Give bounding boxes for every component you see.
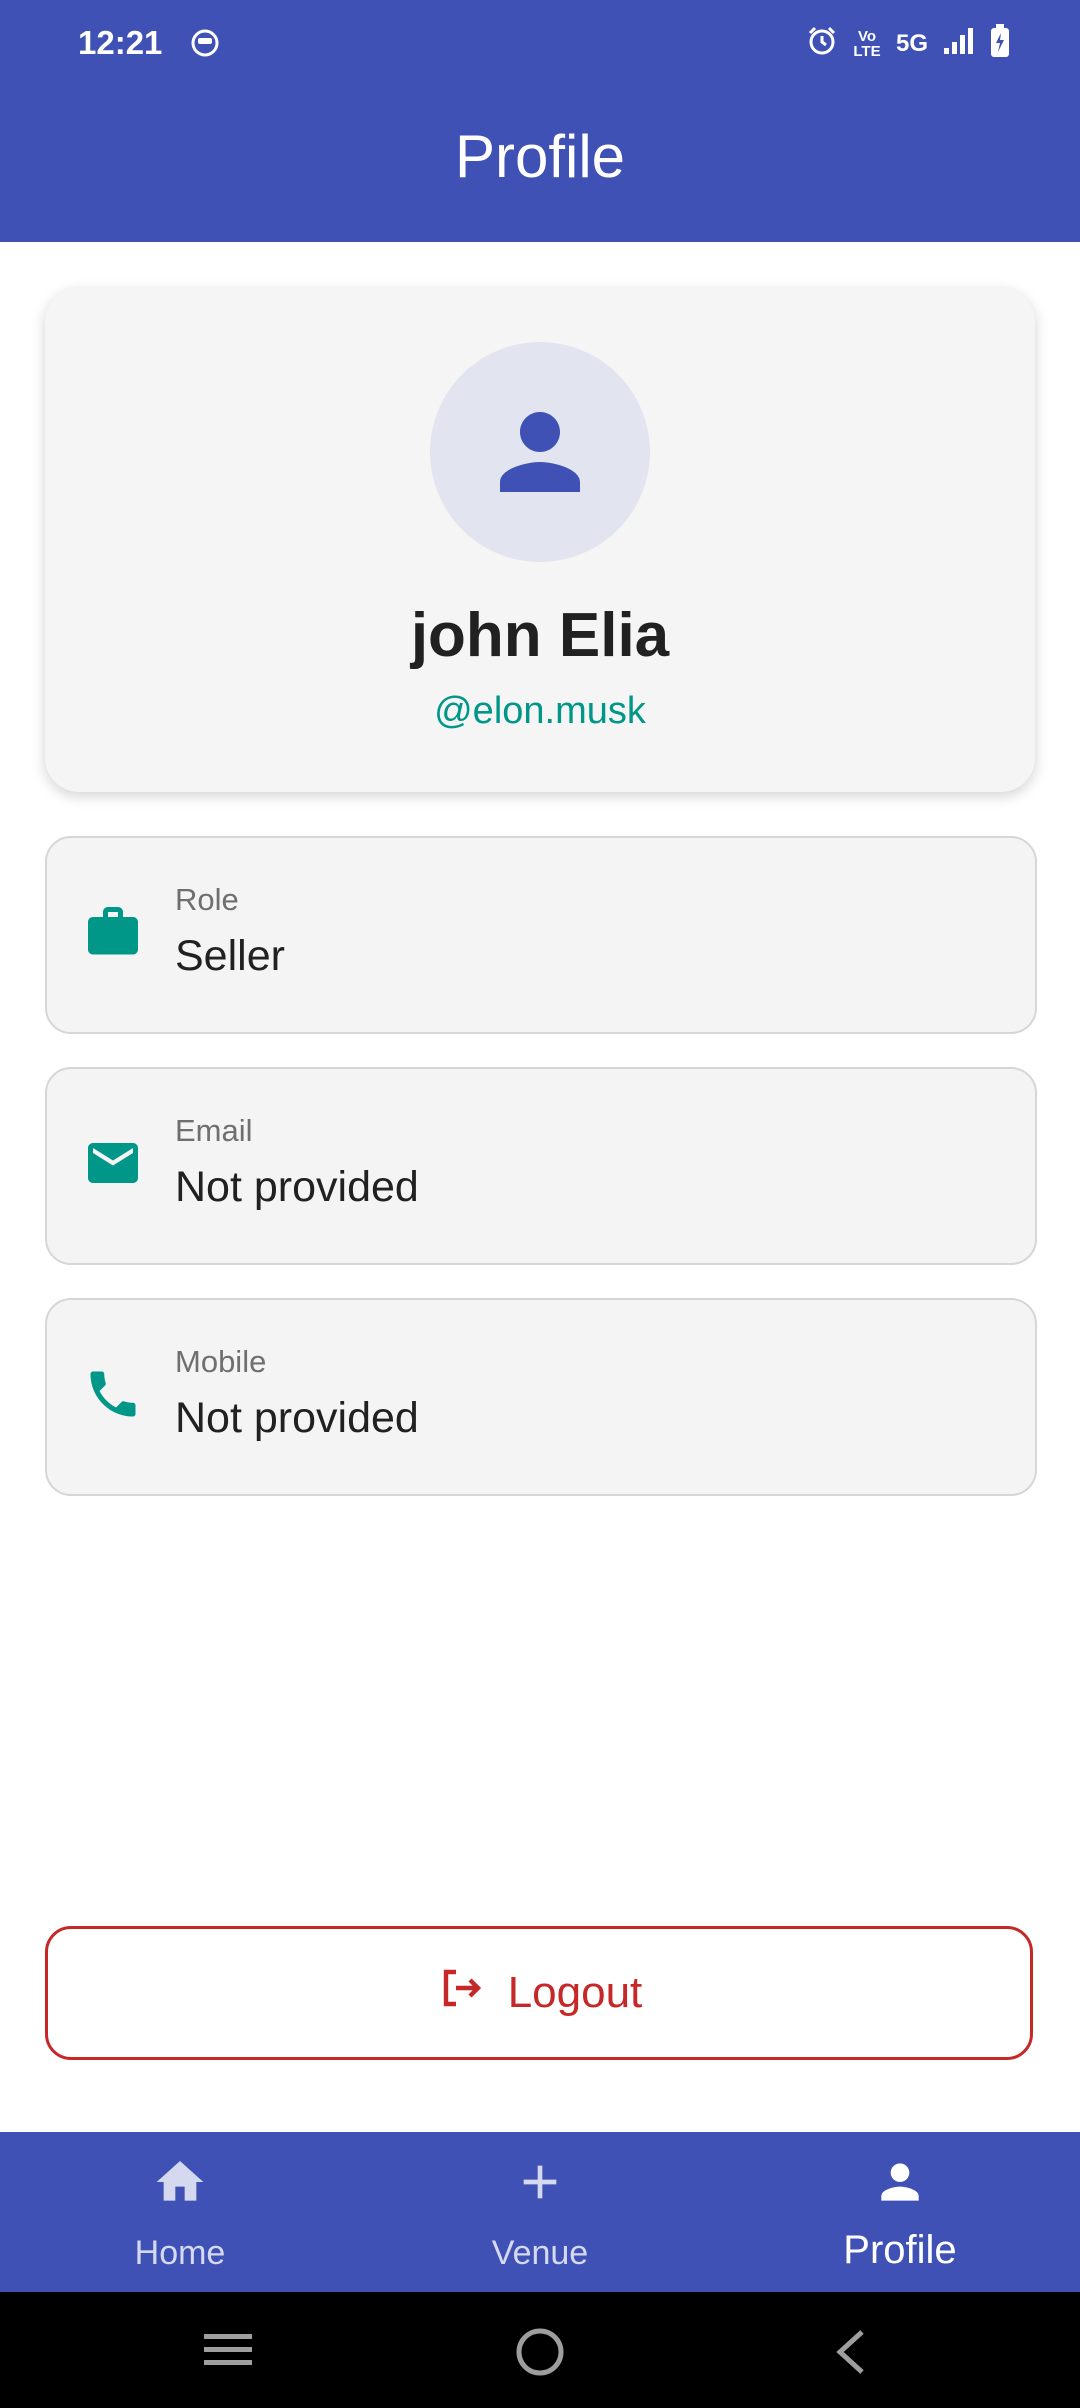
network-type: 5G [895, 29, 928, 57]
user-name: john Elia [410, 601, 670, 670]
role-value: Seller [175, 932, 285, 980]
status-icons: Vo LTE 5G [806, 24, 1010, 63]
recent-apps-icon[interactable] [202, 2326, 254, 2379]
nav-label-home: Home [134, 2234, 226, 2272]
profile-card: john Elia @elon.musk [45, 288, 1035, 792]
page-title: Profile [454, 123, 626, 190]
logout-icon [436, 1964, 484, 2023]
logout-label: Logout [507, 1968, 643, 2017]
role-label: Role [175, 882, 239, 917]
bottom-nav: Home Venue Profile [0, 2132, 1080, 2292]
role-card: Role Seller [45, 836, 1037, 1034]
volte-indicator: Vo LTE [853, 27, 881, 60]
mobile-value: Not provided [175, 1394, 419, 1442]
signal-icon [942, 26, 976, 61]
status-bar: 12:21 Vo LTE 5G [0, 0, 1080, 90]
mobile-card: Mobile Not provided [45, 1298, 1037, 1496]
nav-item-profile[interactable]: Profile [720, 2132, 1080, 2292]
email-icon [83, 1133, 143, 1198]
status-time: 12:21 [78, 24, 163, 61]
alarm-icon [806, 25, 838, 62]
nav-label-profile: Profile [843, 2228, 957, 2272]
nav-item-home[interactable]: Home [0, 2132, 360, 2292]
system-nav-bar [0, 2292, 1080, 2408]
briefcase-icon [83, 902, 143, 967]
mobile-label: Mobile [175, 1344, 267, 1379]
logout-button[interactable]: Logout [45, 1926, 1033, 2060]
user-handle: @elon.musk [434, 690, 646, 732]
email-label: Email [175, 1113, 253, 1148]
email-card: Email Not provided [45, 1067, 1037, 1265]
notification-icon [190, 28, 220, 63]
home-circle-icon[interactable] [514, 2326, 566, 2383]
person-icon [500, 412, 580, 492]
nav-label-venue: Venue [491, 2234, 589, 2272]
person-icon [872, 2154, 928, 2215]
home-icon [152, 2154, 208, 2215]
phone-icon [83, 1364, 143, 1429]
battery-icon [990, 24, 1010, 63]
avatar [430, 342, 650, 562]
back-icon[interactable] [830, 2326, 870, 2383]
nav-item-venue[interactable]: Venue [360, 2132, 720, 2292]
app-bar: 12:21 Vo LTE 5G Profile [0, 0, 1080, 242]
plus-icon [512, 2154, 568, 2215]
email-value: Not provided [175, 1163, 419, 1211]
